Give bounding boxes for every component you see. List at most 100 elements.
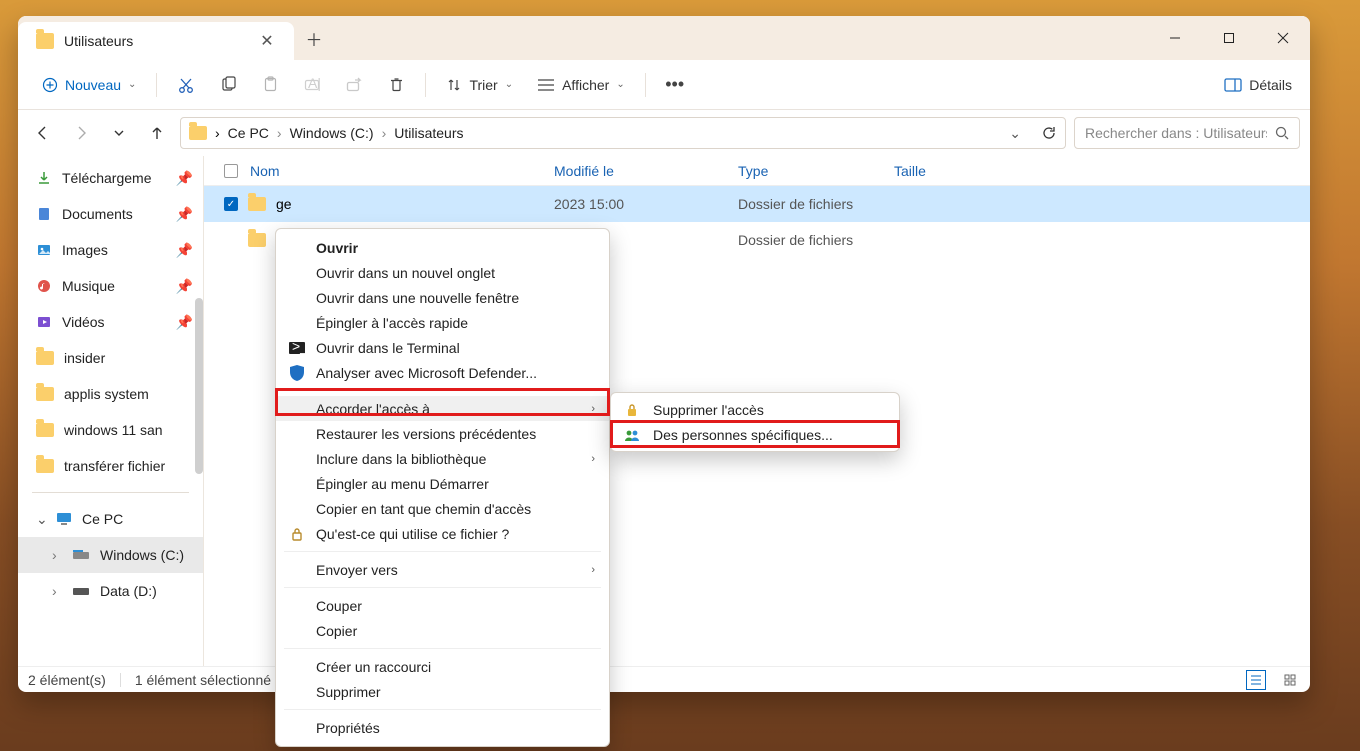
ctx-open[interactable]: Ouvrir bbox=[276, 235, 609, 260]
sidebar-item-music[interactable]: Musique📌 bbox=[18, 268, 203, 304]
rename-button[interactable]: A| bbox=[293, 68, 331, 102]
ctx-include-library[interactable]: Inclure dans la bibliothèque› bbox=[276, 446, 609, 471]
paste-button[interactable] bbox=[251, 68, 289, 102]
search-input[interactable]: Rechercher dans : Utilisateurs bbox=[1074, 117, 1300, 149]
terminal-icon: >_ bbox=[288, 342, 306, 354]
recent-button[interactable] bbox=[104, 118, 134, 148]
ctx-create-shortcut[interactable]: Créer un raccourci bbox=[276, 654, 609, 679]
new-button[interactable]: Nouveau ⌄ bbox=[32, 68, 146, 102]
ctx-grant-access[interactable]: Accorder l'accès à› bbox=[276, 396, 609, 421]
forward-button[interactable] bbox=[66, 118, 96, 148]
thumbnail-view-button[interactable] bbox=[1280, 670, 1300, 690]
folder-icon bbox=[36, 387, 54, 401]
folder-icon bbox=[248, 197, 266, 211]
ctx-copy[interactable]: Copier bbox=[276, 618, 609, 643]
breadcrumb: Ce PC› Windows (C:)› Utilisateurs bbox=[228, 125, 1002, 141]
status-selected: 1 élément sélectionné bbox=[135, 672, 271, 688]
back-button[interactable] bbox=[28, 118, 58, 148]
sidebar-item-this-pc[interactable]: ⌄Ce PC bbox=[18, 501, 203, 537]
sidebar-item-folder[interactable]: windows 11 san bbox=[18, 412, 203, 448]
details-pane-button[interactable]: Détails bbox=[1214, 68, 1302, 102]
pin-icon: 📌 bbox=[176, 170, 193, 187]
minimize-button[interactable] bbox=[1148, 16, 1202, 60]
sub-specific-people[interactable]: Des personnes spécifiques... bbox=[611, 422, 899, 447]
ctx-defender-scan[interactable]: Analyser avec Microsoft Defender... bbox=[276, 360, 609, 385]
share-button[interactable] bbox=[335, 68, 373, 102]
sidebar-item-downloads[interactable]: Téléchargeme📌 bbox=[18, 160, 203, 196]
sidebar-item-videos[interactable]: Vidéos📌 bbox=[18, 304, 203, 340]
row-type: Dossier de fichiers bbox=[738, 196, 894, 212]
select-all-checkbox[interactable] bbox=[224, 164, 238, 178]
up-button[interactable] bbox=[142, 118, 172, 148]
ctx-properties[interactable]: Propriétés bbox=[276, 715, 609, 740]
ctx-open-new-tab[interactable]: Ouvrir dans un nouvel onglet bbox=[276, 260, 609, 285]
sidebar-item-folder[interactable]: insider bbox=[18, 340, 203, 376]
close-window-button[interactable] bbox=[1256, 16, 1310, 60]
pin-icon: 📌 bbox=[176, 278, 193, 295]
tab-title: Utilisateurs bbox=[64, 33, 244, 49]
row-name: ge bbox=[276, 196, 292, 212]
cut-button[interactable] bbox=[167, 68, 205, 102]
context-submenu-access: Supprimer l'accès Des personnes spécifiq… bbox=[610, 392, 900, 452]
sub-remove-access[interactable]: Supprimer l'accès bbox=[611, 397, 899, 422]
row-checkbox[interactable]: ✓ bbox=[224, 197, 238, 211]
download-icon bbox=[36, 170, 52, 186]
sidebar-item-drive-d[interactable]: ›Data (D:) bbox=[18, 573, 203, 609]
music-icon bbox=[36, 278, 52, 294]
sidebar-item-images[interactable]: Images📌 bbox=[18, 232, 203, 268]
sidebar-item-drive-c[interactable]: ›Windows (C:) bbox=[18, 537, 203, 573]
shield-icon bbox=[288, 365, 306, 381]
status-bar: 2 élément(s) 1 élément sélectionné bbox=[18, 666, 1310, 692]
folder-icon bbox=[189, 126, 207, 140]
pin-icon: 📌 bbox=[176, 314, 193, 331]
lock-icon bbox=[288, 527, 306, 541]
close-tab-button[interactable]: ✕ bbox=[254, 28, 280, 54]
crumb[interactable]: Ce PC bbox=[228, 125, 269, 141]
ctx-open-terminal[interactable]: >_Ouvrir dans le Terminal bbox=[276, 335, 609, 360]
ctx-restore-previous[interactable]: Restaurer les versions précédentes bbox=[276, 421, 609, 446]
pc-icon bbox=[56, 512, 72, 526]
more-button[interactable]: ••• bbox=[656, 68, 694, 102]
titlebar: Utilisateurs ✕ ＋ bbox=[18, 16, 1310, 60]
sidebar-item-folder[interactable]: applis system bbox=[18, 376, 203, 412]
crumb[interactable]: Utilisateurs bbox=[394, 125, 463, 141]
ctx-whats-using-file[interactable]: Qu'est-ce qui utilise ce fichier ? bbox=[276, 521, 609, 546]
addr-dropdown-icon[interactable]: ⌄ bbox=[1009, 125, 1021, 142]
copy-button[interactable] bbox=[209, 68, 247, 102]
address-bar[interactable]: › Ce PC› Windows (C:)› Utilisateurs ⌄ bbox=[180, 117, 1066, 149]
svg-text:A|: A| bbox=[308, 76, 321, 91]
crumb[interactable]: Windows (C:) bbox=[290, 125, 374, 141]
sidebar-item-documents[interactable]: Documents📌 bbox=[18, 196, 203, 232]
ctx-send-to[interactable]: Envoyer vers› bbox=[276, 557, 609, 582]
row-modified: 2023 15:00 bbox=[554, 196, 738, 212]
file-row[interactable]: ✓ ge 2023 15:00 Dossier de fichiers bbox=[204, 186, 1310, 222]
ctx-pin-quick-access[interactable]: Épingler à l'accès rapide bbox=[276, 310, 609, 335]
new-label: Nouveau bbox=[65, 77, 121, 93]
ctx-open-new-window[interactable]: Ouvrir dans une nouvelle fenêtre bbox=[276, 285, 609, 310]
drive-icon bbox=[72, 549, 90, 561]
documents-icon bbox=[36, 206, 52, 222]
sort-button[interactable]: Trier⌄ bbox=[436, 68, 523, 102]
sort-label: Trier bbox=[469, 77, 497, 93]
sidebar-scrollbar[interactable] bbox=[195, 298, 203, 474]
ctx-delete[interactable]: Supprimer bbox=[276, 679, 609, 704]
sidebar-item-folder[interactable]: transférer fichier bbox=[18, 448, 203, 484]
new-tab-button[interactable]: ＋ bbox=[294, 16, 334, 60]
delete-button[interactable] bbox=[377, 68, 415, 102]
col-size-label: Taille bbox=[894, 163, 984, 179]
details-label: Détails bbox=[1249, 77, 1292, 93]
ctx-cut[interactable]: Couper bbox=[276, 593, 609, 618]
tab-active[interactable]: Utilisateurs ✕ bbox=[18, 22, 294, 60]
toolbar: Nouveau ⌄ A| Trier⌄ Afficher⌄ ••• Détail… bbox=[18, 60, 1310, 110]
ctx-pin-start[interactable]: Épingler au menu Démarrer bbox=[276, 471, 609, 496]
ctx-copy-path[interactable]: Copier en tant que chemin d'accès bbox=[276, 496, 609, 521]
details-view-button[interactable] bbox=[1246, 670, 1266, 690]
lock-icon bbox=[623, 403, 641, 417]
col-modified-label: Modifié le bbox=[554, 163, 738, 179]
maximize-button[interactable] bbox=[1202, 16, 1256, 60]
search-placeholder: Rechercher dans : Utilisateurs bbox=[1085, 125, 1267, 141]
column-headers[interactable]: Nom⌃ Modifié le Type Taille bbox=[204, 156, 1310, 186]
people-icon bbox=[623, 428, 641, 442]
refresh-button[interactable] bbox=[1041, 125, 1057, 141]
view-button[interactable]: Afficher⌄ bbox=[527, 68, 635, 102]
